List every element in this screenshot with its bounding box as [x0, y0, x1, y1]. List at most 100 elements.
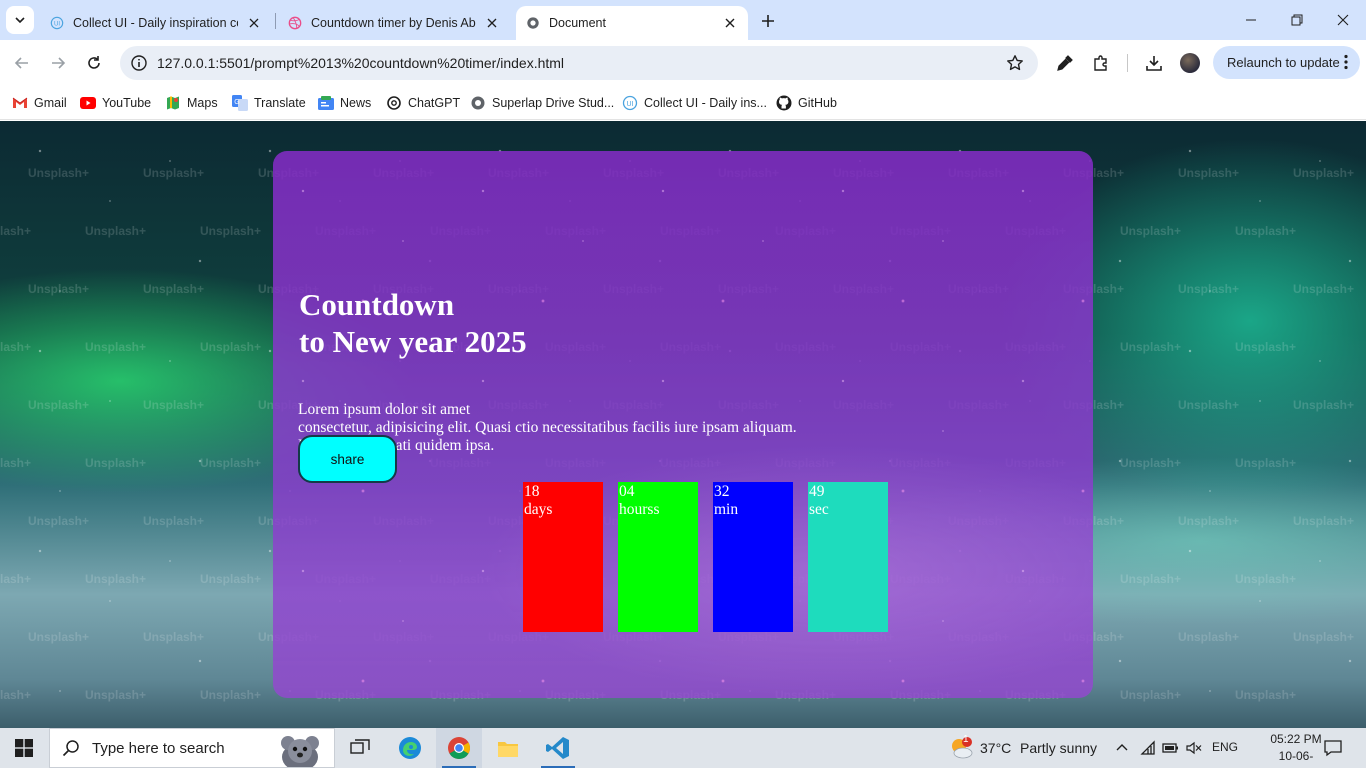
tab-document[interactable]: Document [516, 6, 748, 40]
toolbar-divider [1127, 54, 1128, 72]
taskbar-chrome[interactable] [436, 728, 482, 768]
profile-avatar[interactable] [1180, 53, 1200, 73]
hours-value: 04 [619, 483, 635, 500]
bookmark-collect-ui[interactable]: UI Collect UI - Daily ins... [622, 92, 767, 114]
taskbar-vscode[interactable] [535, 728, 581, 768]
arrow-left-icon [14, 57, 28, 69]
eyedropper-button[interactable] [1055, 53, 1075, 73]
tab-strip: UI Collect UI - Daily inspiration collec… [0, 0, 1366, 40]
task-view-button[interactable] [337, 728, 383, 768]
collectui-icon: UI [50, 16, 64, 30]
relaunch-button[interactable]: Relaunch to update [1213, 46, 1360, 79]
tab-collect-ui[interactable]: UI Collect UI - Daily inspiration collec… [40, 6, 272, 40]
edge-icon [399, 737, 421, 759]
title-line-2: to New year 2025 [299, 324, 527, 359]
page-viewport: Unsplash+Unsplash+Unsplash+Unsplash+Unsp… [0, 121, 1366, 728]
extensions-button[interactable] [1091, 53, 1111, 73]
share-button[interactable]: share [298, 435, 397, 483]
more-vert-icon[interactable] [1344, 54, 1348, 70]
downloads-button[interactable] [1144, 53, 1164, 73]
github-icon [776, 95, 792, 111]
start-button[interactable] [0, 728, 48, 768]
days-value: 18 [524, 483, 540, 500]
url-text[interactable]: 127.0.0.1:5501/prompt%2013%20countdown%2… [157, 55, 564, 71]
speaker-mute-icon[interactable] [1186, 741, 1202, 755]
relaunch-label: Relaunch to update [1227, 55, 1340, 70]
forward-button[interactable] [44, 49, 72, 77]
info-icon[interactable] [130, 54, 148, 72]
bookmark-github[interactable]: GitHub [776, 92, 837, 114]
reload-button[interactable] [80, 49, 108, 77]
notification-icon[interactable] [1324, 739, 1342, 757]
task-view-icon [350, 739, 370, 754]
translate-icon: G [232, 95, 248, 111]
taskbar-file-explorer[interactable] [485, 728, 531, 768]
tab-title: Collect UI - Daily inspiration collected… [73, 16, 238, 30]
eyedropper-icon [1057, 55, 1073, 71]
minutes-unit: min [714, 501, 739, 518]
clock-date: 10-06-2024 [1278, 749, 1314, 768]
bookmark-label: GitHub [798, 96, 837, 110]
chrome-icon [448, 737, 470, 759]
bookmark-chatgpt[interactable]: ChatGPT [386, 92, 460, 114]
language-indicator[interactable]: ENG [1212, 740, 1238, 754]
maps-icon [165, 95, 181, 111]
bookmark-label: News [340, 96, 372, 110]
weather-badge: 1 [963, 734, 969, 745]
restore-button[interactable] [1274, 0, 1320, 40]
tab-title: Document [549, 16, 606, 30]
tab-title: Countdown timer by Denis Abdullin [311, 16, 476, 30]
svg-text:UI: UI [54, 21, 60, 28]
minimize-button[interactable] [1228, 0, 1274, 40]
news-icon [318, 95, 334, 111]
bookmark-gmail[interactable]: Gmail [12, 92, 67, 114]
bookmark-maps[interactable]: Maps [165, 92, 218, 114]
search-placeholder: Type here to search [92, 739, 225, 757]
minutes-value: 32 [714, 483, 730, 500]
close-window-button[interactable] [1320, 0, 1366, 40]
days-unit: days [524, 501, 553, 518]
restore-icon [1291, 14, 1303, 26]
close-icon[interactable] [246, 15, 262, 31]
tab-countdown-dribbble[interactable]: Countdown timer by Denis Abdullin [278, 6, 510, 40]
bookmark-label: Maps [187, 96, 218, 110]
chevron-up-icon[interactable] [1115, 741, 1129, 755]
search-icon [62, 740, 79, 757]
bookmark-news[interactable]: News [318, 92, 371, 114]
youtube-icon [80, 95, 96, 111]
weather-text[interactable]: Partly sunny [1020, 740, 1097, 756]
bookmark-label: YouTube [102, 96, 152, 110]
bookmark-superlap[interactable]: Superlap Drive Stud... [470, 92, 614, 114]
bookmark-translate[interactable]: G Translate [232, 92, 306, 114]
star-icon[interactable] [1006, 54, 1024, 72]
new-tab-button[interactable] [757, 10, 779, 32]
battery-icon[interactable] [1162, 741, 1180, 755]
dribbble-icon [288, 16, 302, 30]
back-button[interactable] [8, 49, 36, 77]
seconds-value: 49 [809, 483, 825, 500]
chatgpt-icon [386, 95, 402, 111]
bookmark-youtube[interactable]: YouTube [80, 92, 151, 114]
title-line-1: Countdown [299, 287, 455, 322]
tab-search-button[interactable] [6, 6, 34, 34]
close-icon[interactable] [722, 15, 738, 31]
countdown-hours: 04 hourss [618, 482, 698, 632]
network-icon[interactable] [1140, 740, 1156, 756]
bookmark-label: ChatGPT [408, 96, 461, 110]
windows-taskbar: Type here to search 1 37°C Partly sunny … [0, 728, 1366, 768]
tab-separator [275, 13, 276, 29]
taskbar-edge[interactable] [387, 728, 433, 768]
reload-icon [88, 56, 100, 69]
collectui-icon: UI [622, 95, 638, 111]
countdown-card: Countdown to New year 2025 Lorem ipsum d… [273, 151, 1093, 698]
weather-temp[interactable]: 37°C [980, 740, 1011, 756]
windows-logo-icon [15, 739, 33, 757]
svg-text:UI: UI [627, 101, 634, 108]
address-bar[interactable]: 127.0.0.1:5501/prompt%2013%20countdown%2… [120, 46, 1038, 80]
hours-unit: hourss [619, 501, 660, 518]
clock[interactable]: 05:22 PM 10-06-2024 [1268, 731, 1324, 768]
taskbar-search[interactable]: Type here to search [49, 728, 335, 768]
bookmark-label: Translate [254, 96, 306, 110]
close-icon[interactable] [484, 15, 500, 31]
minimize-icon [1246, 19, 1256, 21]
